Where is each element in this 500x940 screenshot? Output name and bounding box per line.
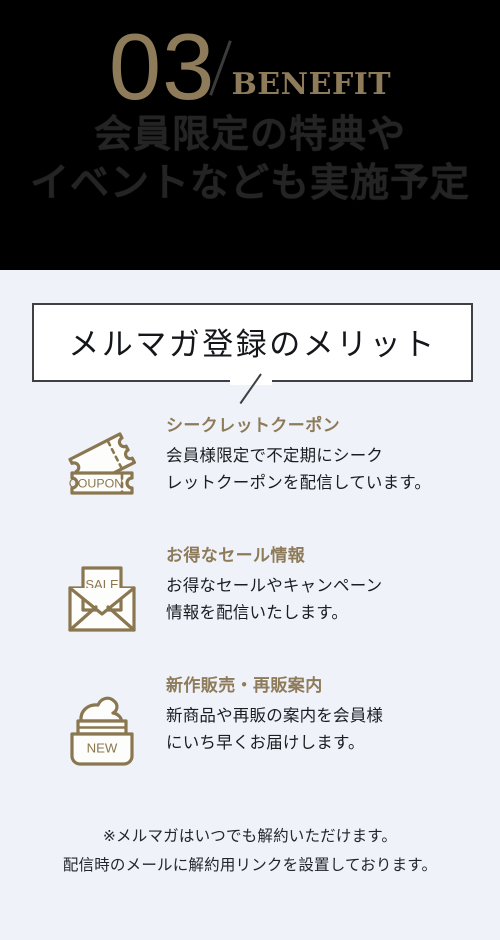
list-item: COUPON シークレットクーポン 会員様限定で不定期にシーク レットクーポンを… <box>0 415 500 545</box>
unsubscribe-footnote: ※メルマガはいつでも解約いただけます。 配信時のメールに解約用リンクを設置してお… <box>0 822 500 879</box>
coupon-ticket-icon: COUPON <box>52 416 152 516</box>
page-title: 会員限定の特典や イベントなども実施予定 <box>0 110 500 209</box>
sale-envelope-icon: SALE <box>52 546 152 646</box>
list-item: SALE お得なセール情報 お得なセールやキャンペーン 情報を配信いたします。 <box>0 545 500 675</box>
benefit-heading: シークレットクーポン <box>166 416 340 436</box>
hero-number-row: 03 BENEFIT <box>0 2 500 114</box>
benefit-body-line-2: レットクーポンを配信しています。 <box>166 472 432 492</box>
benefit-body-line-1: 新商品や再販の案内を会員様 <box>166 706 384 726</box>
benefit-text: 新作販売・再販案内 新商品や再販の案内を会員様 にいち早くお届けします。 <box>152 675 500 756</box>
benefit-hero-section: 03 BENEFIT 会員限定の特典や イベントなども実施予定 <box>0 0 500 270</box>
section-title-bubble: メルマガ登録のメリット <box>32 303 473 405</box>
section-title-box: メルマガ登録のメリット <box>32 303 473 382</box>
benefit-body: お得なセールやキャンペーン 情報を配信いたします。 <box>166 573 500 626</box>
page-title-line-1: 会員限定の特典や <box>93 112 406 156</box>
benefit-body: 新商品や再販の案内を会員様 にいち早くお届けします。 <box>166 703 500 756</box>
benefit-text: お得なセール情報 お得なセールやキャンペーン 情報を配信いたします。 <box>152 545 500 626</box>
coupon-icon-label: COUPON <box>69 477 123 491</box>
benefit-heading: お得なセール情報 <box>166 546 306 566</box>
section-number: 03 <box>108 14 216 120</box>
benefit-body-line-1: お得なセールやキャンペーン <box>166 576 383 596</box>
benefit-body-line-2: 情報を配信いたします。 <box>166 602 349 622</box>
benefit-body-line-1: 会員様限定で不定期にシーク <box>166 446 384 466</box>
new-cream-jar-icon: NEW <box>52 676 152 776</box>
merit-panel: メルマガ登録のメリット COUPON シークレットクーポン 会員様限定で不定期に… <box>0 270 500 940</box>
benefit-body: 会員様限定で不定期にシーク レットクーポンを配信しています。 <box>166 443 500 496</box>
benefit-body-line-2: にいち早くお届けします。 <box>166 732 365 752</box>
footnote-line-1: ※メルマガはいつでも解約いただけます。 <box>102 827 398 845</box>
benefit-text: シークレットクーポン 会員様限定で不定期にシーク レットクーポンを配信しています… <box>152 415 500 496</box>
new-icon-label: NEW <box>87 741 118 756</box>
section-title-text: メルマガ登録のメリット <box>68 327 437 363</box>
footnote-line-2: 配信時のメールに解約用リンクを設置しております。 <box>62 855 438 874</box>
list-item: NEW 新作販売・再販案内 新商品や再販の案内を会員様 にいち早くお届けします。 <box>0 675 500 805</box>
section-eyebrow: BENEFIT <box>231 67 392 102</box>
page-title-line-2: イベントなども実施予定 <box>29 160 470 206</box>
benefit-heading: 新作販売・再販案内 <box>166 676 323 696</box>
benefit-list: COUPON シークレットクーポン 会員様限定で不定期にシーク レットクーポンを… <box>0 415 500 805</box>
